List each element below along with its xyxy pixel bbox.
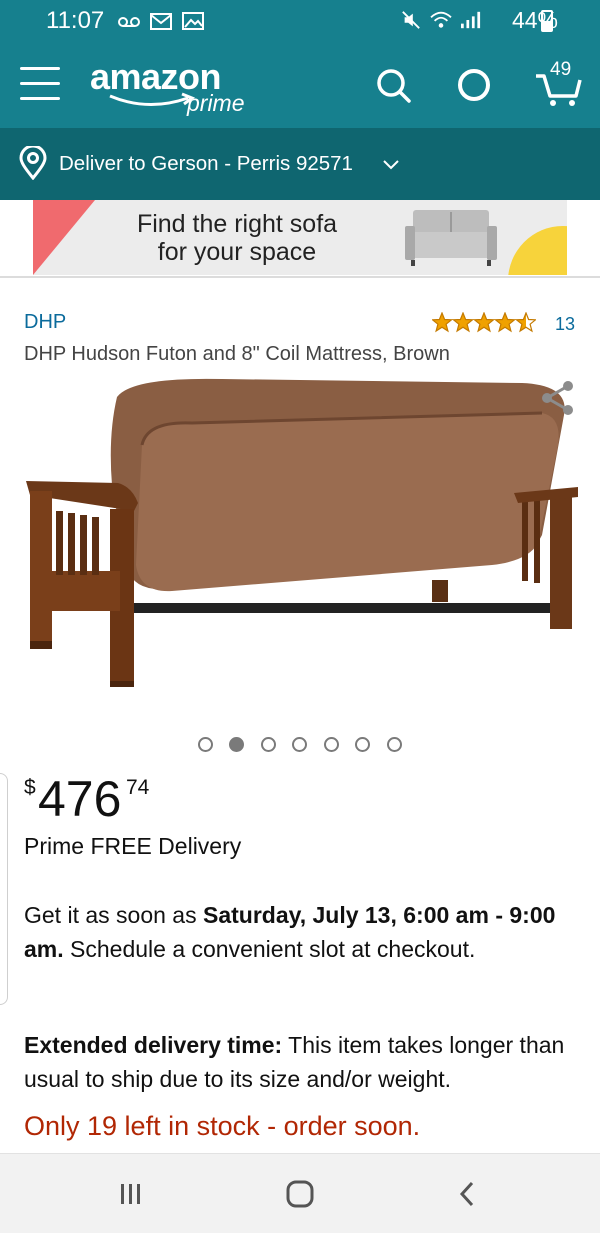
menu-icon[interactable] bbox=[20, 67, 60, 101]
prime-free-delivery: Prime FREE Delivery bbox=[24, 833, 242, 859]
carousel-dot[interactable] bbox=[198, 737, 213, 752]
signal-icon bbox=[461, 11, 481, 29]
price-fraction: 74 bbox=[126, 776, 150, 799]
battery-icon bbox=[541, 10, 553, 32]
logo-smile bbox=[109, 92, 196, 106]
back-icon[interactable] bbox=[456, 1180, 478, 1208]
product-image[interactable] bbox=[22, 375, 582, 695]
price-currency: $ bbox=[24, 776, 36, 799]
alexa-icon[interactable] bbox=[451, 62, 497, 108]
chevron-down-icon bbox=[383, 160, 399, 170]
system-nav-bar bbox=[0, 1153, 600, 1233]
sofa-image bbox=[405, 210, 497, 266]
delivery-prefix: Get it as soon as bbox=[24, 902, 203, 928]
wifi-icon bbox=[430, 11, 452, 28]
side-panel-handle[interactable] bbox=[0, 773, 8, 1005]
carousel-dot-active[interactable] bbox=[229, 737, 244, 752]
status-bar: 11:07 44% bbox=[0, 0, 600, 42]
gallery-icon bbox=[182, 12, 204, 30]
stock-status: Only 19 left in stock - order soon. bbox=[24, 1111, 421, 1141]
deliver-to-bar[interactable]: Deliver to Gerson - Perris 92571 bbox=[0, 128, 600, 200]
review-count-link[interactable]: 13 bbox=[555, 314, 575, 335]
star-half-icon bbox=[514, 312, 536, 333]
carousel-dot[interactable] bbox=[261, 737, 276, 752]
price-whole: 476 bbox=[38, 771, 122, 827]
star-icon bbox=[472, 312, 496, 333]
star-icon bbox=[493, 312, 517, 333]
carousel-dot[interactable] bbox=[292, 737, 307, 752]
carousel-dot[interactable] bbox=[355, 737, 370, 752]
gmail-icon bbox=[150, 13, 172, 30]
amazon-prime-logo[interactable]: amazon prime bbox=[90, 56, 260, 116]
banner-line-2: for your space bbox=[157, 238, 317, 266]
cart-count: 49 bbox=[550, 59, 572, 80]
location-pin-icon bbox=[19, 146, 47, 180]
brand-link[interactable]: DHP bbox=[24, 311, 66, 334]
star-icon bbox=[432, 312, 454, 333]
divider bbox=[0, 276, 600, 278]
voicemail-icon bbox=[118, 17, 140, 27]
carousel-dot[interactable] bbox=[387, 737, 402, 752]
star-icon bbox=[451, 312, 475, 333]
mute-icon bbox=[402, 11, 420, 29]
logo-prime: prime bbox=[187, 90, 245, 116]
star-rating[interactable] bbox=[432, 312, 536, 334]
carousel-dot[interactable] bbox=[324, 737, 339, 752]
extended-label: Extended delivery time: bbox=[24, 1032, 283, 1058]
sofa-banner-ad[interactable]: Find the right sofa for your space bbox=[33, 200, 567, 275]
status-time: 11:07 bbox=[46, 7, 105, 34]
extended-delivery-note: Extended delivery time: This item takes … bbox=[24, 1028, 584, 1096]
delivery-estimate: Get it as soon as Saturday, July 13, 6:0… bbox=[24, 898, 564, 966]
search-icon[interactable] bbox=[370, 62, 416, 108]
deliver-to-text: Deliver to Gerson - Perris 92571 bbox=[59, 152, 353, 175]
product-title: DHP Hudson Futon and 8" Coil Mattress, B… bbox=[24, 343, 450, 365]
app-header: amazon prime 49 bbox=[0, 42, 600, 128]
recent-apps-icon[interactable] bbox=[116, 1180, 146, 1208]
delivery-suffix: Schedule a convenient slot at checkout. bbox=[63, 936, 476, 962]
banner-yellow-shape bbox=[508, 226, 567, 275]
share-icon[interactable] bbox=[538, 378, 578, 418]
home-icon[interactable] bbox=[284, 1180, 316, 1208]
banner-line-1: Find the right sofa bbox=[136, 210, 338, 238]
